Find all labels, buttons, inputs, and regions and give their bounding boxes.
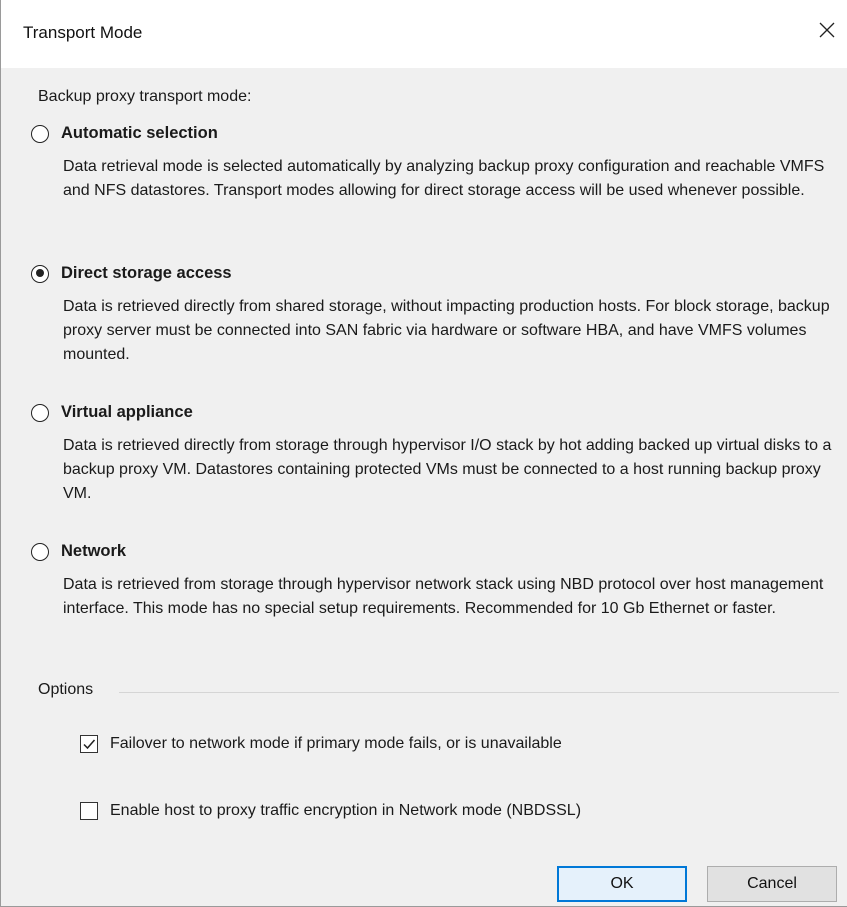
checkmark-icon <box>83 739 96 750</box>
failover-checkbox-row[interactable]: Failover to network mode if primary mode… <box>80 735 562 753</box>
option-label[interactable]: Network <box>61 542 126 561</box>
transport-mode-dialog: Transport Mode Backup proxy transport mo… <box>0 0 847 907</box>
options-group-label: Options <box>38 681 94 698</box>
title-bar: Transport Mode <box>1 0 847 68</box>
radio-network[interactable]: Network <box>31 542 126 561</box>
radio-circle[interactable] <box>31 403 49 422</box>
encryption-checkbox[interactable] <box>80 802 98 820</box>
dialog-title: Transport Mode <box>23 23 143 42</box>
transport-mode-heading: Backup proxy transport mode: <box>38 88 252 105</box>
failover-checkbox-label[interactable]: Failover to network mode if primary mode… <box>110 735 562 753</box>
dialog-content: Backup proxy transport mode: Automatic s… <box>1 68 847 906</box>
cancel-button[interactable]: Cancel <box>707 866 837 902</box>
encryption-checkbox-row[interactable]: Enable host to proxy traffic encryption … <box>80 802 581 820</box>
option-label[interactable]: Automatic selection <box>61 124 218 143</box>
radio-direct-storage-access[interactable]: Direct storage access <box>31 264 232 283</box>
option-label[interactable]: Direct storage access <box>61 264 232 283</box>
options-divider <box>119 692 839 693</box>
radio-virtual-appliance[interactable]: Virtual appliance <box>31 403 193 422</box>
failover-checkbox[interactable] <box>80 735 98 753</box>
option-description: Data is retrieved directly from shared s… <box>63 298 830 363</box>
radio-circle-selected[interactable] <box>31 264 49 283</box>
radio-circle[interactable] <box>31 542 49 561</box>
close-button[interactable] <box>807 10 847 50</box>
ok-button[interactable]: OK <box>557 866 687 902</box>
option-description: Data retrieval mode is selected automati… <box>63 158 825 199</box>
option-label[interactable]: Virtual appliance <box>61 403 193 422</box>
radio-circle[interactable] <box>31 124 49 143</box>
encryption-checkbox-label[interactable]: Enable host to proxy traffic encryption … <box>110 802 581 820</box>
close-icon <box>819 22 835 38</box>
radio-automatic-selection[interactable]: Automatic selection <box>31 124 218 143</box>
option-description: Data is retrieved from storage through h… <box>63 576 824 617</box>
option-description: Data is retrieved directly from storage … <box>63 437 832 502</box>
